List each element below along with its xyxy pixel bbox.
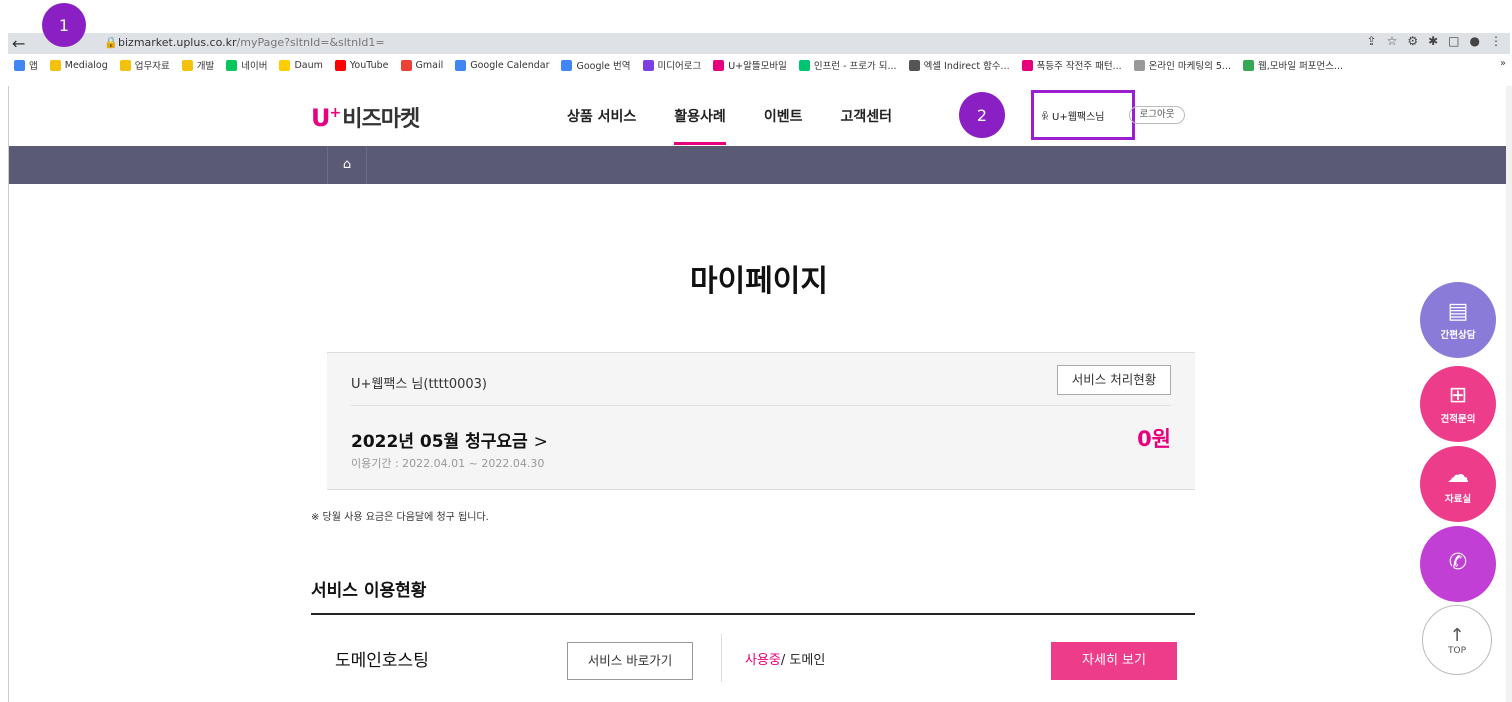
lock-icon[interactable]: 🔒 — [104, 36, 118, 49]
bookmark-icon — [713, 59, 725, 71]
bookmark-item[interactable]: 온라인 마케팅의 5... — [1133, 58, 1231, 72]
floating-button-2[interactable]: ☁ 자료실 — [1420, 446, 1496, 522]
bookmark-icon — [334, 59, 346, 71]
share-icon[interactable]: ⇪ — [1367, 34, 1377, 48]
bookmark-icon — [279, 59, 291, 71]
bookmark-icon — [119, 59, 131, 71]
service-status-button[interactable]: 서비스 처리현황 — [1057, 365, 1171, 395]
service-divider — [721, 634, 722, 682]
chat-doc-icon: ▤ — [1447, 299, 1469, 324]
bookmark-item[interactable]: Google Calendar — [455, 59, 549, 71]
address-bar-icons: ⇪ ☆ ⚙ ✱ □ ● ⋮ — [1367, 34, 1502, 48]
annotation-marker-2: 2 — [959, 92, 1005, 138]
cloud-download-icon: ☁ — [1447, 463, 1469, 488]
bookmark-icon — [455, 59, 467, 71]
bookmark-item[interactable]: Medialog — [49, 59, 108, 71]
bookmark-icon — [400, 59, 412, 71]
bookmarks-bar: 앱 Medialog 업무자료 개발 네이버 Daum YouTube Gmail Google… — [8, 54, 1510, 76]
bookmark-icon — [1133, 59, 1145, 71]
menu-item-events[interactable]: 이벤트 — [764, 106, 803, 126]
bill-period: 이용기간 : 2022.04.01 ~ 2022.04.30 — [351, 457, 545, 470]
logo[interactable]: U+비즈마켓 — [311, 101, 420, 133]
menu-item-cases[interactable]: 활용사례 — [674, 106, 726, 145]
address-bar[interactable]: ← 🔒 bizmarket.uplus.co.kr/myPage?sltnId=… — [8, 33, 1510, 54]
user-name-link[interactable]: ꆜ U+웹팩스님 — [1041, 108, 1105, 123]
chevron-right-icon: > — [533, 432, 548, 452]
billing-note: ※ 당월 사용 요금은 다음달에 청구 됩니다. — [311, 512, 489, 523]
profile-icon[interactable]: ● — [1470, 34, 1480, 48]
bookmark-item[interactable]: 엑셀 Indirect 함수... — [908, 58, 1010, 72]
service-go-button[interactable]: 서비스 바로가기 — [567, 642, 693, 680]
menu-item-products[interactable]: 상품 서비스 — [567, 106, 636, 126]
bookmark-item[interactable]: Gmail — [400, 59, 443, 71]
kebab-menu-icon[interactable]: ⋮ — [1490, 34, 1502, 48]
floating-button-label: 견적문의 — [1440, 414, 1476, 425]
bookmark-icon — [1021, 59, 1033, 71]
section-title: 서비스 이용현황 — [311, 581, 427, 601]
service-name: 도메인호스팅 — [335, 651, 429, 671]
home-icon[interactable]: ⌂ — [327, 146, 367, 184]
bookmark-item[interactable]: 웹,모바일 퍼포먼스... — [1242, 58, 1343, 72]
bill-title-link[interactable]: 2022년 05월 청구요금 > — [351, 427, 548, 452]
bookmark-icon — [49, 59, 61, 71]
url-text[interactable]: bizmarket.uplus.co.kr/myPage?sltnId=&slt… — [118, 36, 385, 49]
extension-icon[interactable]: ⚙ — [1407, 34, 1418, 48]
floating-button-label: 자료실 — [1444, 494, 1472, 505]
bookmark-icon — [561, 59, 573, 71]
global-nav: U+비즈마켓 상품 서비스 활용사례 이벤트 고객센터 2 ꆜ U+웹팩스님 로… — [9, 86, 1509, 146]
divider — [351, 405, 1171, 406]
bookmark-item[interactable]: U+알뜰모바일 — [713, 58, 787, 72]
bill-summary-box: U+웹팩스 님(tttt0003) 서비스 처리현황 2022년 05월 청구요… — [327, 352, 1195, 490]
service-status: 사용중/ 도메인 — [745, 653, 826, 668]
detail-button[interactable]: 자세히 보기 — [1051, 642, 1177, 680]
browser-chrome: ← 🔒 bizmarket.uplus.co.kr/myPage?sltnId=… — [8, 0, 1510, 86]
puzzle-icon[interactable]: ✱ — [1428, 34, 1438, 48]
floating-button-label: 간편상담 — [1440, 330, 1476, 341]
bookmark-item[interactable]: 앱 — [14, 58, 38, 72]
bookmark-icon — [181, 59, 193, 71]
bookmark-item[interactable]: 인프런 - 프로가 되... — [798, 58, 897, 72]
bookmark-icon — [908, 59, 920, 71]
bookmark-item[interactable]: YouTube — [334, 59, 389, 71]
tab-strip — [8, 0, 1510, 33]
star-icon[interactable]: ☆ — [1387, 34, 1398, 48]
section-divider — [311, 613, 1195, 615]
bill-amount: 0원 — [1137, 427, 1171, 451]
site-page: U+비즈마켓 상품 서비스 활용사례 이벤트 고객센터 2 ꆜ U+웹팩스님 로… — [8, 86, 1509, 702]
floating-button-1[interactable]: ⊞ 견적문의 — [1420, 366, 1496, 442]
bookmark-icon — [226, 59, 238, 71]
bookmark-item[interactable]: 업무자료 — [119, 58, 170, 72]
arrow-up-icon: ↑ — [1449, 624, 1465, 646]
floating-button-0[interactable]: ▤ 간편상담 — [1420, 282, 1496, 358]
bill-user: U+웹팩스 님(tttt0003) — [351, 377, 487, 392]
logout-button[interactable]: 로그아웃 — [1129, 106, 1185, 124]
bookmark-item[interactable]: Google 번역 — [561, 58, 631, 72]
bookmark-item[interactable]: 개발 — [181, 58, 214, 72]
calculator-icon: ⊞ — [1448, 383, 1468, 408]
bookmark-item[interactable]: 폭등주 작전주 패턴... — [1021, 58, 1122, 72]
sub-bar: ⌂ — [9, 146, 1509, 184]
main-menu: 상품 서비스 활용사례 이벤트 고객센터 — [567, 106, 892, 145]
floating-button-3[interactable]: ✆ — [1420, 526, 1496, 602]
bookmark-icon — [14, 59, 25, 71]
menu-item-support[interactable]: 고객센터 — [840, 106, 892, 126]
bookmark-item[interactable]: Daum — [279, 59, 323, 71]
top-button[interactable]: ↑ TOP — [1422, 605, 1492, 675]
bookmark-icon — [798, 59, 810, 71]
bookmark-more-icon[interactable]: » — [1500, 58, 1506, 69]
bookmark-item[interactable]: 네이버 — [226, 58, 267, 72]
bookmark-icon — [642, 59, 654, 71]
window-icon[interactable]: □ — [1448, 34, 1459, 48]
back-arrow-icon[interactable]: ← — [12, 33, 32, 54]
page-title: 마이페이지 — [690, 264, 828, 299]
scrollbar[interactable] — [1506, 86, 1512, 702]
user-icon: ꆜ — [1041, 112, 1052, 123]
phone-icon: ✆ — [1448, 550, 1468, 575]
annotation-marker-1: 1 — [42, 3, 86, 47]
bookmark-item[interactable]: 미디어로그 — [642, 58, 701, 72]
bookmark-icon — [1242, 59, 1254, 71]
